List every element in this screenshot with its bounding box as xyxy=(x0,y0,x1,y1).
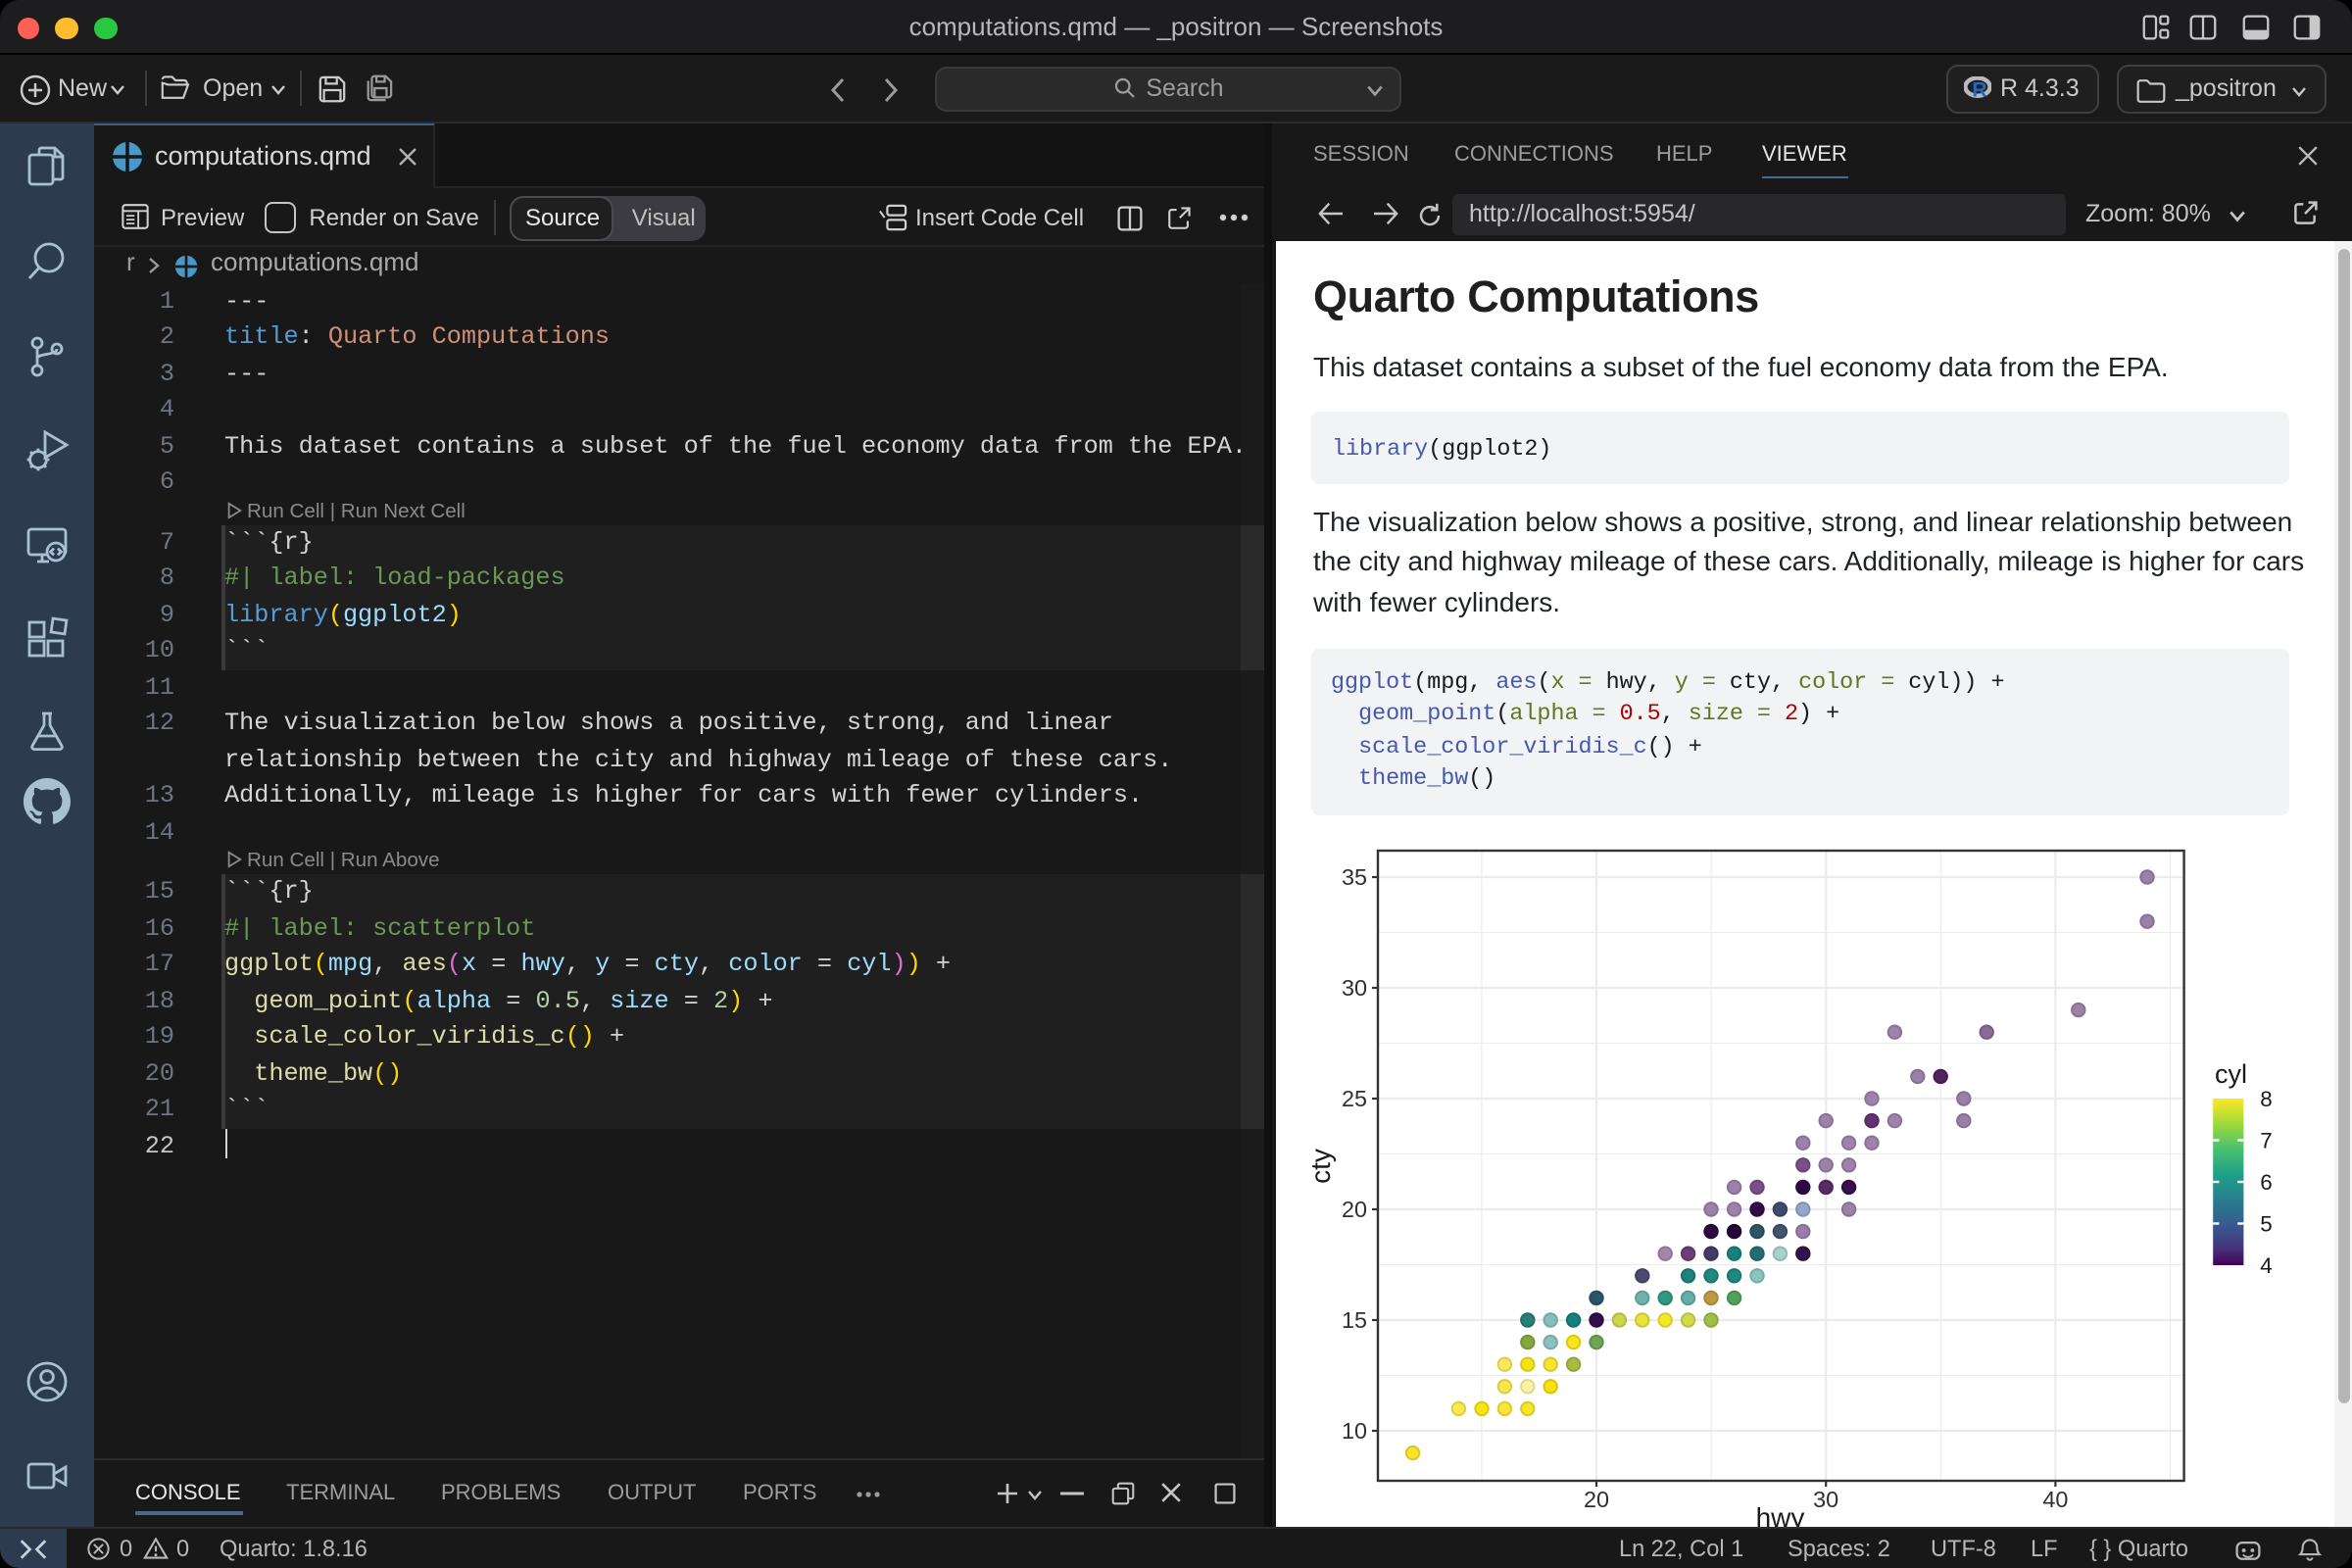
svg-text:5: 5 xyxy=(2259,1212,2271,1237)
svg-text:10: 10 xyxy=(1341,1418,1366,1444)
svg-text:hwy: hwy xyxy=(1755,1502,1804,1526)
svg-text:6: 6 xyxy=(2259,1170,2271,1195)
svg-text:20: 20 xyxy=(1341,1197,1366,1222)
svg-text:30: 30 xyxy=(1341,975,1366,1001)
svg-text:20: 20 xyxy=(1583,1487,1608,1512)
svg-text:8: 8 xyxy=(2259,1087,2271,1111)
svg-text:40: 40 xyxy=(2041,1487,2067,1512)
svg-text:15: 15 xyxy=(1341,1307,1366,1333)
svg-text:R: R xyxy=(1971,77,1985,99)
svg-text:4: 4 xyxy=(2259,1253,2271,1278)
svg-text:7: 7 xyxy=(2259,1129,2271,1153)
svg-text:cty: cty xyxy=(1304,1149,1335,1184)
svg-text:30: 30 xyxy=(1812,1487,1838,1512)
svg-text:cyl: cyl xyxy=(2214,1059,2246,1089)
svg-text:25: 25 xyxy=(1341,1086,1366,1111)
svg-text:35: 35 xyxy=(1341,864,1366,890)
